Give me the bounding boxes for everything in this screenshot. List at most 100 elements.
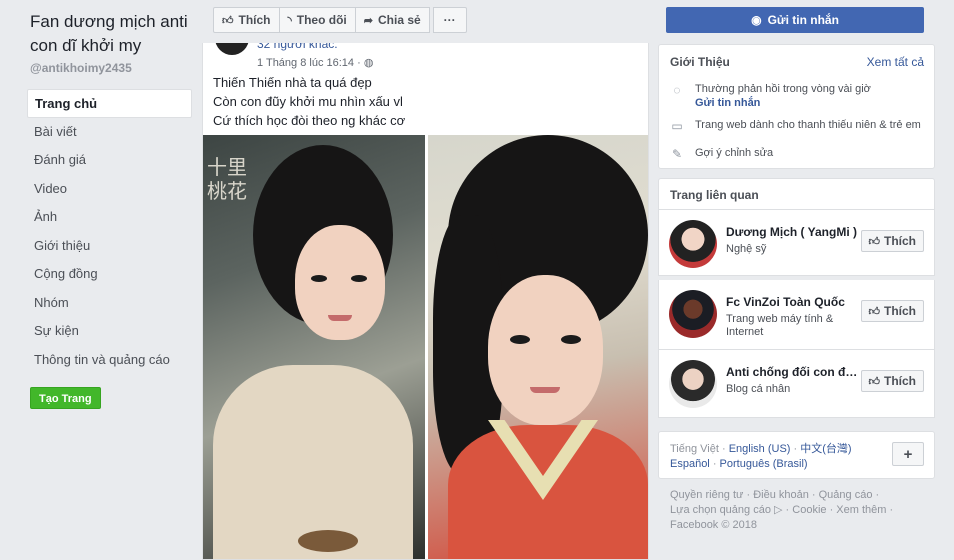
photo-eye <box>351 275 367 282</box>
related-page-item[interactable]: Dương Mịch ( YangMi ) Nghệ sỹ 👍︎ Thích <box>658 210 935 276</box>
about-card: Giới Thiệu Xem tất cả ◌ Thường phản hồi … <box>658 44 935 169</box>
related-page-avatar[interactable] <box>669 360 717 408</box>
footer-link-ad-choices[interactable]: Lựa chọn quảng cáo <box>670 504 771 516</box>
post-author-avatar[interactable] <box>215 43 249 55</box>
related-page-avatar[interactable] <box>669 220 717 268</box>
create-page-button[interactable]: Tạo Trang <box>30 387 101 409</box>
like-page-label: Thích <box>238 13 271 27</box>
plus-icon: + <box>903 445 913 463</box>
messenger-icon: ◌ <box>673 83 681 97</box>
post-timestamp[interactable]: 1 Tháng 8 lúc 16:14 · ◍ <box>257 56 373 69</box>
footer-link-more[interactable]: Xem thêm <box>836 504 886 516</box>
nav-item-groups[interactable]: Nhóm <box>27 289 192 318</box>
post-text: Thiến Thiến nhà ta quá đẹp Còn con đũy k… <box>213 73 405 130</box>
post-others-link[interactable]: 32 người khác. <box>257 43 338 51</box>
related-page-category: Nghệ sỹ <box>726 243 767 255</box>
follow-button[interactable]: ◝ Theo dõi <box>278 7 356 33</box>
page-title[interactable]: Fan dương mịch anti con dĩ khởi my <box>30 10 200 58</box>
nav-item-posts[interactable]: Bài viết <box>27 118 192 147</box>
rss-icon: ◝ <box>287 14 292 27</box>
nav-item-about[interactable]: Giới thiệu <box>27 232 192 261</box>
page-category-link[interactable]: Trang web dành cho thanh thiếu niên & tr… <box>695 119 921 131</box>
send-message-button[interactable]: ◉ Gửi tin nhắn <box>666 7 924 33</box>
about-title: Giới Thiệu <box>670 55 730 69</box>
thumbs-up-icon: 👍︎ <box>868 375 881 388</box>
language-card: Tiếng Việt · English (US) · 中文(台灣) Españ… <box>658 431 935 479</box>
about-response-text: Thường phản hồi trong vòng vài giờ Gửi t… <box>695 83 871 109</box>
related-page-category: Trang web máy tính & Internet <box>726 313 834 338</box>
send-message-link[interactable]: Gửi tin nhắn <box>695 97 871 109</box>
post-line-1: Thiến Thiến nhà ta quá đẹp <box>213 75 372 90</box>
thumbs-up-icon: 👍︎ <box>868 235 881 248</box>
page-action-bar: 👍︎ Thích ◝ Theo dõi ➦ Chia sẻ ··· <box>213 7 467 33</box>
see-all-link[interactable]: Xem tất cả <box>867 55 924 69</box>
pencil-icon: ✎ <box>671 147 683 161</box>
related-like-label: Thích <box>884 304 916 318</box>
language-link[interactable]: 中文(台灣) <box>800 443 851 455</box>
nav-item-photos[interactable]: Ảnh <box>27 203 192 232</box>
more-icon: ··· <box>443 13 456 27</box>
about-suggest-row: ✎ Gợi ý chỉnh sửa <box>670 147 773 161</box>
related-like-label: Thích <box>884 374 916 388</box>
share-arrow-icon: ➦ <box>363 14 373 27</box>
post-photo-right[interactable] <box>428 135 648 559</box>
related-page-name[interactable]: Dương Mịch ( YangMi ) <box>726 225 860 239</box>
messenger-icon: ◉ <box>751 13 762 27</box>
follow-label: Theo dõi <box>296 13 347 27</box>
photo-eye <box>561 335 581 344</box>
footer-link-cookies[interactable]: Cookie <box>792 504 826 516</box>
photo-calligraphy: 十里桃花 <box>207 155 247 203</box>
nav-item-info-ads[interactable]: Thông tin và quảng cáo <box>27 346 192 375</box>
thumbs-up-icon: 👍︎ <box>868 305 881 318</box>
related-like-button[interactable]: 👍︎ Thích <box>860 370 924 392</box>
photo-eye <box>510 335 530 344</box>
nav-item-events[interactable]: Sự kiện <box>27 317 192 346</box>
post-time-text: 1 Tháng 8 lúc 16:14 · <box>257 57 361 69</box>
post-line-2: Còn con đũy khởi mu nhìn xấu vl <box>213 94 403 109</box>
photo-face <box>488 275 603 425</box>
photo-cup <box>298 530 358 552</box>
response-time: Thường phản hồi trong vòng vài giờ <box>695 83 871 95</box>
share-label: Chia sẻ <box>377 13 421 27</box>
related-pages-title: Trang liên quan <box>670 188 759 202</box>
more-options-button[interactable]: ··· <box>432 7 467 33</box>
language-link[interactable]: Español <box>670 458 710 470</box>
related-like-button[interactable]: 👍︎ Thích <box>860 230 924 252</box>
related-page-category: Blog cá nhân <box>726 383 791 395</box>
related-page-item[interactable]: Fc VinZoi Toàn Quốc Trang web máy tính &… <box>658 280 935 350</box>
nav-item-home[interactable]: Trang chủ <box>27 89 192 118</box>
related-page-item[interactable]: Anti chống đối con điên Khởi My Blog cá … <box>658 350 935 418</box>
thumbs-up-icon: 👍︎ <box>222 14 234 27</box>
footer-links: Quyền riêng tư · Điều khoản · Quảng cáo … <box>670 488 900 533</box>
nav-item-reviews[interactable]: Đánh giá <box>27 146 192 175</box>
related-like-button[interactable]: 👍︎ Thích <box>860 300 924 322</box>
photo-mouth <box>530 387 560 393</box>
send-message-label: Gửi tin nhắn <box>767 13 839 27</box>
language-link[interactable]: English (US) <box>729 443 791 455</box>
globe-icon: ◍ <box>363 57 374 69</box>
current-language: Tiếng Việt <box>670 443 719 455</box>
suggest-edits-link[interactable]: Gợi ý chỉnh sửa <box>695 147 773 159</box>
photo-mouth <box>328 315 352 321</box>
browser-window-icon: ▭ <box>671 119 683 133</box>
related-page-name[interactable]: Fc VinZoi Toàn Quốc <box>726 295 860 309</box>
related-page-name[interactable]: Anti chống đối con điên Khởi My <box>726 365 860 379</box>
footer-link-terms[interactable]: Điều khoản <box>753 489 809 501</box>
share-button[interactable]: ➦ Chia sẻ <box>354 7 430 33</box>
add-language-button[interactable]: + <box>892 442 924 466</box>
page-handle[interactable]: @antikhoimy2435 <box>30 61 132 75</box>
copyright: Facebook © 2018 <box>670 519 757 531</box>
post-photo-left[interactable]: 十里桃花 <box>203 135 425 559</box>
related-like-label: Thích <box>884 234 916 248</box>
photo-face <box>295 225 385 340</box>
post-card: 32 người khác. 1 Tháng 8 lúc 16:14 · ◍ T… <box>202 43 649 560</box>
related-pages-header: Trang liên quan <box>658 178 935 210</box>
post-line-3: Cứ thích học đòi theo ng khác cơ <box>213 113 406 128</box>
footer-link-ads[interactable]: Quảng cáo <box>819 489 873 501</box>
like-page-button[interactable]: 👍︎ Thích <box>213 7 280 33</box>
nav-item-community[interactable]: Cộng đồng <box>27 260 192 289</box>
language-link[interactable]: Português (Brasil) <box>720 458 808 470</box>
nav-item-videos[interactable]: Video <box>27 175 192 204</box>
related-page-avatar[interactable] <box>669 290 717 338</box>
footer-link-privacy[interactable]: Quyền riêng tư <box>670 489 743 501</box>
